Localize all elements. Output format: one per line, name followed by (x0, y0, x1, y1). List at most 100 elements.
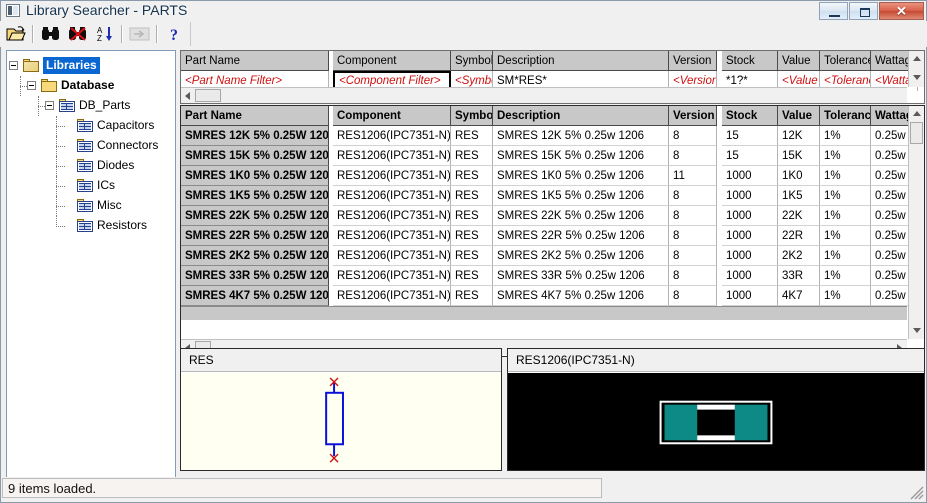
parts-grid[interactable]: Part Name Component Symbol Description Versi… (180, 105, 925, 357)
cell-component: RES1206(IPC7351-N) (333, 186, 451, 206)
cell-component: RES1206(IPC7351-N) (333, 246, 451, 266)
tree-item-label: Resistors (97, 218, 148, 232)
grid-column-header-stock[interactable]: Stock (722, 106, 778, 126)
table-row[interactable]: SMRES 22R 5% 0.25W 1206 RES1206(IPC7351-N… (181, 226, 924, 246)
filter-hscroll-thumb[interactable] (195, 89, 221, 102)
cell-tolerance: 1% (820, 206, 871, 226)
close-button[interactable]: ✕ (879, 2, 924, 20)
filter-vscroll-down-icon[interactable] (913, 75, 921, 80)
tree-item-ics[interactable]: ICs (7, 176, 175, 196)
table-row[interactable]: SMRES 2K2 5% 0.25W 1206 RES1206(IPC7351-N… (181, 246, 924, 266)
cell-component: RES1206(IPC7351-N) (333, 126, 451, 146)
filter-column-header-stock[interactable]: Stock (722, 51, 778, 71)
cell-part_name: SMRES 33R 5% 0.25W 1206 (181, 266, 329, 286)
cell-description: SMRES 12K 5% 0.25w 1206 (493, 126, 669, 146)
filter-grid[interactable]: Part Name Component Symbol Description Versi… (180, 50, 925, 104)
cell-value: 15K (778, 146, 820, 166)
resistor-symbol-icon (325, 377, 344, 463)
parts-vscroll-thumb[interactable] (910, 122, 923, 144)
table-row[interactable]: SMRES 12K 5% 0.25W 1206 RES1206(IPC7351-N… (181, 126, 924, 146)
tree-item-diodes[interactable]: Diodes (7, 156, 175, 176)
table-row[interactable]: SMRES 33R 5% 0.25W 1206 RES1206(IPC7351-N… (181, 266, 924, 286)
cell-version: 8 (669, 206, 717, 226)
cell-tolerance: 1% (820, 146, 871, 166)
filter-header-row: Part Name Component Symbol Description Versi… (181, 51, 924, 71)
tree-item-resistors[interactable]: Resistors (7, 216, 175, 236)
clear-find-button[interactable] (65, 23, 90, 45)
library-tree-panel[interactable]: Libraries Database DB_Parts Capacitors Conne… (6, 50, 176, 479)
place-part-icon (129, 27, 149, 41)
cell-version: 8 (669, 286, 717, 306)
grid-column-header-version[interactable]: Version (669, 106, 717, 126)
table-row[interactable]: SMRES 1K5 5% 0.25W 1206 RES1206(IPC7351-N… (181, 186, 924, 206)
tree-item-connectors[interactable]: Connectors (7, 136, 175, 156)
tree-collapse-icon[interactable] (45, 101, 54, 110)
cell-symbol: RES (451, 166, 493, 186)
grid-column-header-description[interactable]: Description (493, 106, 669, 126)
cell-symbol: RES (451, 146, 493, 166)
svg-text:?: ? (170, 27, 178, 43)
cell-component: RES1206(IPC7351-N) (333, 206, 451, 226)
footprint-preview-panel[interactable]: RES1206(IPC7351-N) (507, 348, 925, 471)
filter-column-header-component[interactable]: Component (333, 51, 451, 71)
filter-column-header-part_name[interactable]: Part Name (181, 51, 329, 71)
sort-az-button[interactable]: A Z (92, 23, 117, 45)
cell-component: RES1206(IPC7351-N) (333, 266, 451, 286)
cell-stock: 1000 (722, 166, 778, 186)
cell-description: SMRES 2K2 5% 0.25w 1206 (493, 246, 669, 266)
symbol-preview-panel[interactable]: RES (180, 348, 502, 471)
tree-collapse-icon[interactable] (27, 81, 36, 90)
grid-column-header-component[interactable]: Component (333, 106, 451, 126)
window-buttons: ✕ (818, 2, 924, 20)
table-row[interactable]: SMRES 4K7 5% 0.25W 1206 RES1206(IPC7351-N… (181, 286, 924, 306)
tree-item-capacitors[interactable]: Capacitors (7, 116, 175, 136)
tree-item-misc[interactable]: Misc (7, 196, 175, 216)
footprint-preview-canvas[interactable] (508, 373, 924, 470)
parts-vscrollbar[interactable] (908, 106, 924, 339)
filter-column-header-version[interactable]: Version (669, 51, 717, 71)
parts-vscroll-down-icon[interactable] (913, 328, 921, 333)
grid-column-header-tolerance[interactable]: Tolerance (820, 106, 871, 126)
table-row[interactable]: SMRES 15K 5% 0.25W 1206 RES1206(IPC7351-N… (181, 146, 924, 166)
title-bar[interactable]: Library Searcher - PARTS ✕ (0, 0, 927, 21)
filter-column-header-description[interactable]: Description (493, 51, 669, 71)
tree-item-label: ICs (97, 178, 115, 192)
table-row[interactable]: SMRES 1K0 5% 0.25W 1206 RES1206(IPC7351-N… (181, 166, 924, 186)
cell-symbol: RES (451, 246, 493, 266)
tree-connector (56, 206, 65, 207)
filter-hscrollbar[interactable] (181, 87, 907, 103)
filter-column-header-symbol[interactable]: Symbol (451, 51, 493, 71)
folder-icon (41, 79, 57, 92)
open-library-button[interactable] (3, 23, 28, 45)
cell-version: 8 (669, 186, 717, 206)
find-button[interactable] (38, 23, 63, 45)
cell-version: 8 (669, 146, 717, 166)
cell-symbol: RES (451, 286, 493, 306)
grid-column-header-value[interactable]: Value (778, 106, 820, 126)
database-table-icon (77, 219, 93, 232)
symbol-preview-canvas[interactable] (181, 373, 501, 470)
filter-column-header-tolerance[interactable]: Tolerance (820, 51, 871, 71)
tree-item-libraries[interactable]: Libraries (7, 56, 175, 76)
grid-column-header-symbol[interactable]: Symbol (451, 106, 493, 126)
table-row[interactable]: SMRES 22K 5% 0.25W 1206 RES1206(IPC7351-N… (181, 206, 924, 226)
cell-part_name: SMRES 22K 5% 0.25W 1206 (181, 206, 329, 226)
filter-hscroll-left-icon[interactable] (185, 92, 190, 100)
parts-vscroll-up-icon[interactable] (913, 111, 921, 116)
cell-symbol: RES (451, 126, 493, 146)
tree-collapse-icon[interactable] (9, 61, 18, 70)
maximize-button[interactable] (849, 2, 878, 20)
grid-column-header-part_name[interactable]: Part Name (181, 106, 329, 126)
place-part-button[interactable] (127, 23, 152, 45)
tree-item-db-parts[interactable]: DB_Parts (7, 96, 175, 116)
cell-symbol: RES (451, 266, 493, 286)
minimize-button[interactable] (819, 2, 848, 20)
help-button[interactable]: ? (162, 23, 187, 45)
cell-tolerance: 1% (820, 246, 871, 266)
tree-item-database[interactable]: Database (7, 76, 175, 96)
window-title: Library Searcher - PARTS (26, 2, 188, 18)
filter-column-header-value[interactable]: Value (778, 51, 820, 71)
resize-grip-icon[interactable] (910, 486, 924, 500)
filter-vscroll-up-icon[interactable] (913, 56, 921, 61)
filter-vscrollbar[interactable] (908, 51, 924, 87)
